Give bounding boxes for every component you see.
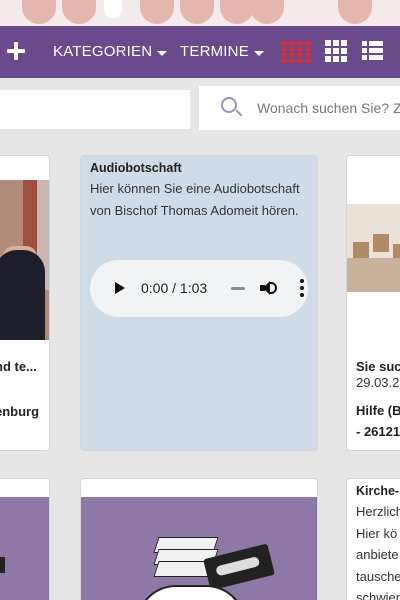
- card-subtitle: Hilfe (B: [356, 403, 400, 418]
- header-photo: [0, 0, 400, 26]
- photo-detail: [22, 0, 56, 24]
- filter-field[interactable]: [0, 90, 190, 129]
- chevron-down-icon: [253, 50, 264, 56]
- photo-detail: [62, 0, 96, 24]
- card-description: Hier können Sie eine Audiobotschaft von …: [90, 181, 300, 218]
- card-image: [0, 180, 49, 340]
- search-placeholder: Wonach suchen Sie? Z: [257, 100, 400, 116]
- card-image: [0, 497, 49, 600]
- card-text-line: Herzlich: [356, 504, 400, 519]
- photo-detail: [104, 0, 122, 18]
- card-text-line: anbiete: [356, 547, 399, 562]
- photo-detail: [220, 0, 254, 24]
- card-title: Sie such: [356, 359, 400, 374]
- card-location: enburg: [0, 404, 40, 419]
- play-icon[interactable]: [115, 282, 125, 294]
- search-input[interactable]: Wonach suchen Sie? Z: [199, 86, 400, 130]
- photo-detail: [140, 0, 174, 24]
- card-description: Herzlich Hier kö anbiete tausche schwier: [356, 501, 400, 600]
- photo-detail: [250, 0, 284, 24]
- photo-detail: [338, 0, 372, 24]
- grid-large-view-icon[interactable]: [280, 39, 311, 65]
- grid-view-icon[interactable]: [321, 39, 351, 65]
- volume-icon[interactable]: [260, 280, 278, 296]
- more-options-icon[interactable]: [300, 279, 304, 297]
- dates-menu[interactable]: TERMINE: [180, 43, 264, 60]
- dates-label: TERMINE: [180, 43, 249, 60]
- cassette-icon: [0, 557, 5, 573]
- main-navigation: KATEGORIEN TERMINE: [0, 26, 400, 78]
- photo-detail: [180, 0, 214, 24]
- event-card[interactable]: Kirche- Herzlich Hier kö anbiete tausche…: [346, 478, 400, 600]
- progress-slider[interactable]: [231, 287, 245, 290]
- card-code: - 26121: [356, 424, 400, 439]
- player-time: 0:00 / 1:03: [141, 280, 208, 296]
- card-title: nd te...: [0, 359, 37, 374]
- search-icon: [221, 97, 237, 113]
- audio-card: Audiobotschaft Hier können Sie eine Audi…: [80, 155, 318, 451]
- list-view-icon[interactable]: [358, 39, 388, 65]
- card-title: Audiobotschaft: [90, 161, 182, 175]
- categories-label: KATEGORIEN: [53, 43, 153, 60]
- card-title: Kirche-: [356, 484, 400, 498]
- audio-player[interactable]: 0:00 / 1:03: [90, 260, 308, 317]
- chevron-down-icon: [157, 50, 168, 56]
- event-card[interactable]: [80, 478, 318, 600]
- card-text-line: Hier kö: [356, 525, 398, 541]
- categories-menu[interactable]: KATEGORIEN: [53, 43, 168, 60]
- card-text-line: tausche: [356, 568, 400, 584]
- add-plus-icon[interactable]: [3, 36, 33, 66]
- card-text-line: schwier: [356, 590, 400, 600]
- card-image: [347, 204, 400, 292]
- card-date: 29.03.2: [356, 375, 400, 390]
- event-card[interactable]: Sie such 29.03.2 Hilfe (B - 26121: [346, 155, 400, 451]
- event-card[interactable]: nd te... enburg: [0, 155, 50, 451]
- event-card[interactable]: [0, 478, 50, 600]
